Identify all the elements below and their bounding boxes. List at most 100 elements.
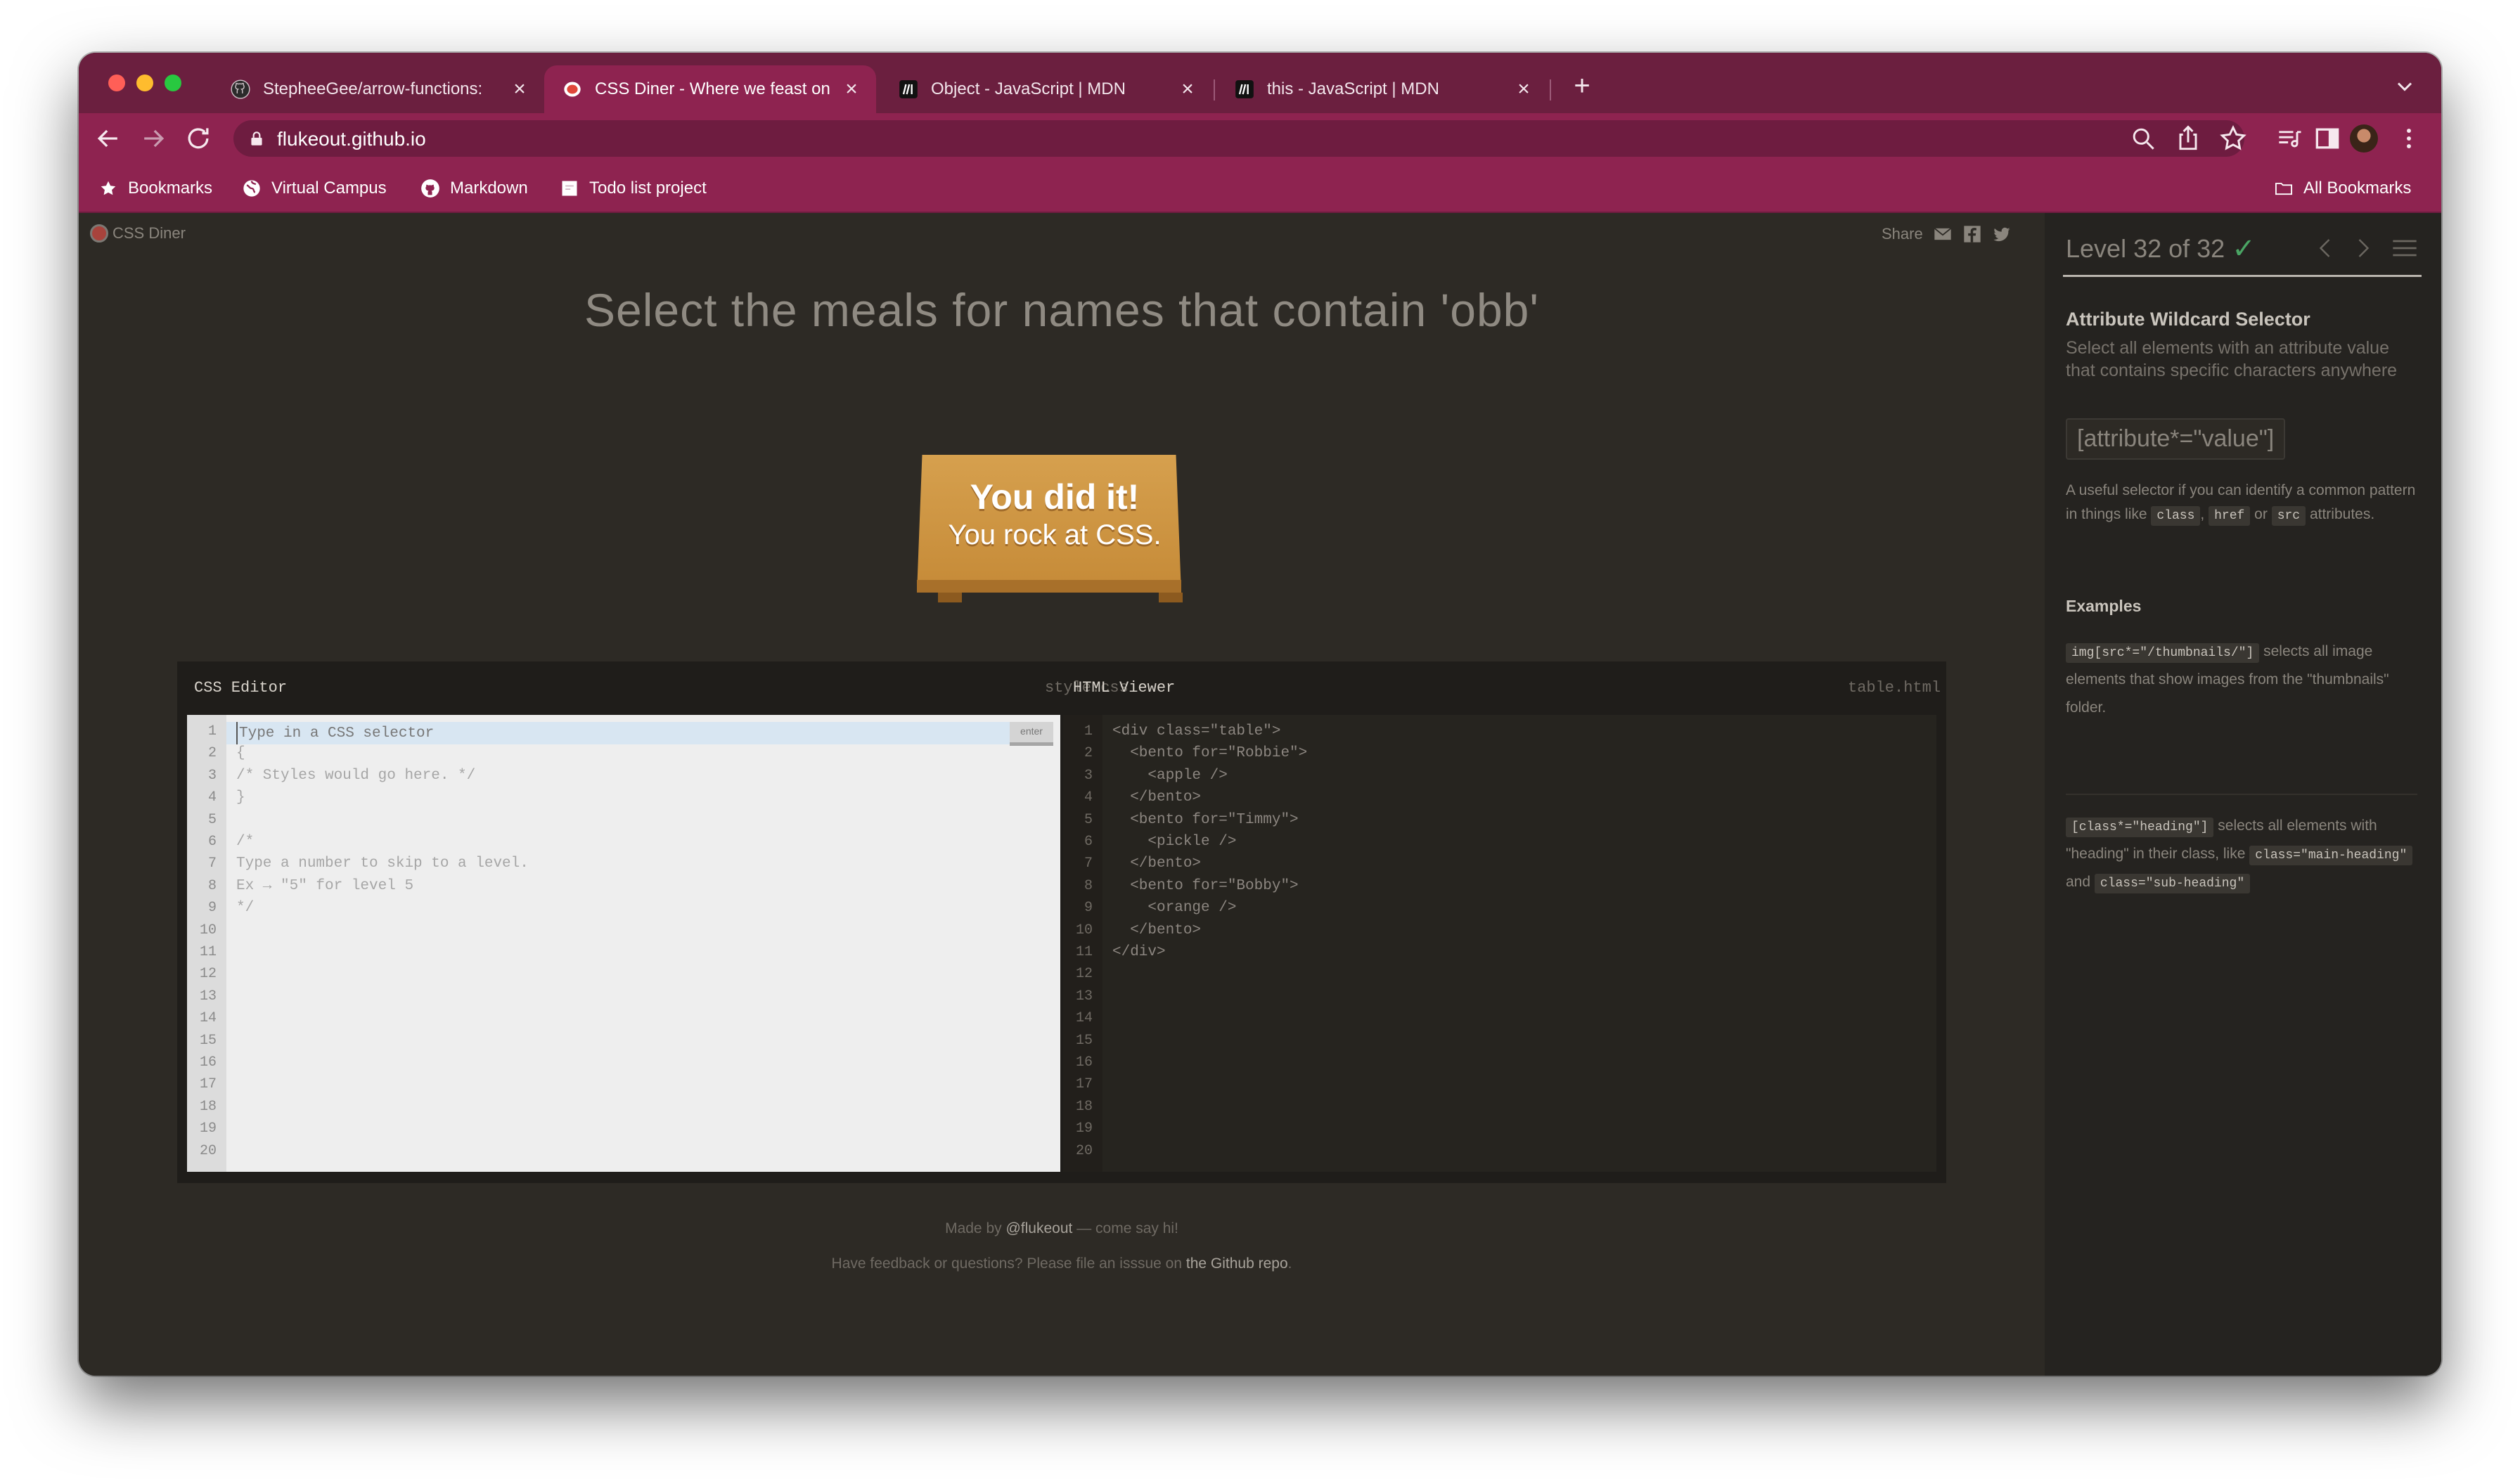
close-tab-icon[interactable]: × <box>509 79 530 100</box>
game-area: CSS Diner Share Select the meals for nam… <box>79 213 2045 1376</box>
bookmark-bookmarks[interactable]: Bookmarks <box>98 176 212 200</box>
code-line: } <box>236 789 245 806</box>
line-number: 10 <box>1075 922 1093 938</box>
line-number: 12 <box>1075 966 1093 983</box>
minimize-window-button[interactable] <box>136 75 153 91</box>
code-line: <pickle /> <box>1112 834 1237 850</box>
bookmark-todo-list[interactable]: Todo list project <box>560 176 707 200</box>
bookmark-markdown[interactable]: Markdown <box>420 176 528 200</box>
reload-icon[interactable] <box>183 123 214 154</box>
code-line: </div> <box>1112 944 1166 960</box>
enter-button[interactable]: enter <box>1010 722 1053 746</box>
line-number: 9 <box>1084 900 1093 917</box>
line-number: 6 <box>1084 834 1093 850</box>
side-panel-icon[interactable] <box>2312 123 2343 154</box>
tab-search-chevron-icon[interactable] <box>2392 74 2417 99</box>
bookmarks-bar: Bookmarks Virtual Campus Markdown Todo l… <box>79 164 2441 213</box>
selector-hint: A useful selector if you can identify a … <box>2066 479 2417 527</box>
line-number: 8 <box>1084 877 1093 894</box>
success-line-2: You rock at CSS. <box>948 519 1162 550</box>
tab-css-diner[interactable]: CSS Diner - Where we feast on × <box>544 65 876 113</box>
css-selector-input[interactable] <box>236 722 1012 744</box>
folder-icon <box>2274 179 2294 198</box>
new-tab-button[interactable]: + <box>1569 72 1595 100</box>
css-diner-logo[interactable]: CSS Diner <box>90 224 186 243</box>
close-window-button[interactable] <box>108 75 125 91</box>
line-number: 20 <box>199 1142 217 1159</box>
feedback-text: Have feedback or questions? Please file … <box>831 1255 1183 1272</box>
line-number: 19 <box>1075 1120 1093 1137</box>
table-leg <box>938 593 962 602</box>
hint-or: or <box>2254 506 2268 522</box>
profile-avatar[interactable] <box>2350 124 2378 153</box>
line-number: 1 <box>1084 723 1093 739</box>
line-number: 2 <box>1084 745 1093 762</box>
line-number: 14 <box>199 1010 217 1027</box>
line-number: 3 <box>1084 767 1093 784</box>
line-number: 9 <box>207 900 217 917</box>
table-edge <box>917 580 1181 593</box>
tab-strip: StepheeGee/arrow-functions: × CSS Diner … <box>79 53 2441 113</box>
facebook-icon[interactable] <box>1962 224 1982 244</box>
html-line-numbers: 1 2 3 4 5 6 7 8 9 10 11 12 13 14 15 16 17 18 19 20 <box>1063 715 1102 1172</box>
email-icon[interactable] <box>1933 224 1953 244</box>
github-repo-link[interactable]: the Github repo <box>1186 1255 1288 1272</box>
tab-separator <box>1214 79 1215 101</box>
level-indicator: Level 32 of 32 ✓ <box>2066 233 2256 265</box>
logo-text: CSS Diner <box>112 224 186 242</box>
forward-arrow-icon[interactable] <box>138 123 169 154</box>
selector-name: Attribute Wildcard Selector <box>2066 309 2310 330</box>
author-link[interactable]: @flukeout <box>1005 1220 1072 1236</box>
kebab-menu-icon[interactable] <box>2393 123 2424 154</box>
browser-toolbar: flukeout.github.io <box>79 113 2441 164</box>
tab-arrow-functions[interactable]: StepheeGee/arrow-functions: × <box>212 65 544 113</box>
previous-level-icon[interactable] <box>2313 234 2339 262</box>
level-menu-icon[interactable] <box>2389 234 2420 262</box>
bookmark-virtual-campus[interactable]: Virtual Campus <box>242 176 387 200</box>
footer-credit: Made by @flukeout — come say hi! <box>79 1218 2045 1239</box>
tab-this-mdn[interactable]: this - JavaScript | MDN × <box>1216 65 1548 113</box>
code-line: /* Styles would go here. */ <box>236 767 476 784</box>
success-message: You did it! You rock at CSS. <box>911 476 1198 552</box>
line-number: 19 <box>199 1120 217 1137</box>
made-by-text: Made by <box>945 1220 1002 1236</box>
tab-title: CSS Diner - Where we feast on <box>595 79 830 98</box>
footer-feedback: Have feedback or questions? Please file … <box>79 1253 2045 1274</box>
bookmark-label: Todo list project <box>589 179 707 198</box>
maximize-window-button[interactable] <box>165 75 181 91</box>
line-number: 16 <box>1075 1054 1093 1071</box>
address-bar[interactable]: flukeout.github.io <box>233 120 2244 157</box>
example-and: and <box>2066 874 2091 890</box>
css-editor: 1234567891011121314151617181920 enter {/… <box>187 715 1060 1172</box>
close-tab-icon[interactable]: × <box>1513 79 1534 100</box>
line-number: 12 <box>199 966 217 983</box>
line-number: 10 <box>199 922 217 938</box>
line-number: 4 <box>207 789 217 806</box>
code-line: Ex → "5" for level 5 <box>236 877 414 894</box>
close-tab-icon[interactable]: × <box>1177 79 1198 100</box>
line-number: 3 <box>207 767 217 784</box>
line-number: 14 <box>1075 1010 1093 1027</box>
twitter-icon[interactable] <box>1992 224 2012 244</box>
bookmark-star-icon[interactable] <box>2218 123 2249 154</box>
code-line: <apple /> <box>1112 767 1228 784</box>
share-page-icon[interactable] <box>2173 123 2204 154</box>
reading-list-icon[interactable] <box>2274 123 2305 154</box>
all-bookmarks-button[interactable]: All Bookmarks <box>2274 176 2411 200</box>
html-viewer: 1 2 3 4 5 6 7 8 9 10 11 12 13 14 15 16 17 18 19 20 <div cla… <box>1063 715 1936 1172</box>
url-text: flukeout.github.io <box>277 128 426 150</box>
checkmark-icon: ✓ <box>2232 233 2256 264</box>
github-icon <box>420 179 440 198</box>
back-arrow-icon[interactable] <box>93 123 124 154</box>
example-code: [class*="heading"] <box>2066 818 2214 837</box>
zoom-search-icon[interactable] <box>2128 123 2159 154</box>
tab-object-mdn[interactable]: Object - JavaScript | MDN × <box>880 65 1212 113</box>
code-line: <bento for="Bobby"> <box>1112 877 1299 894</box>
close-tab-icon[interactable]: × <box>841 79 862 100</box>
say-hi-text: — come say hi! <box>1076 1220 1178 1236</box>
line-number: 15 <box>199 1032 217 1049</box>
next-level-icon[interactable] <box>2350 234 2375 262</box>
line-number: 1 <box>207 723 217 739</box>
share-bar: Share <box>1882 224 2012 244</box>
tab-separator <box>1550 79 1551 101</box>
